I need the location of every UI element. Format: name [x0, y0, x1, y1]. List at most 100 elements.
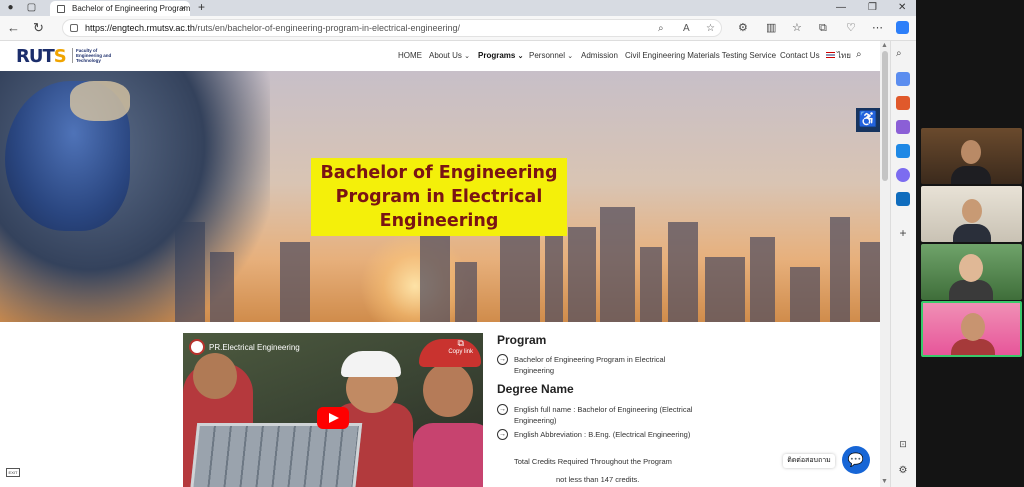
degree-abbreviation-text: English Abbreviation : B.Eng. (Electrica…: [514, 430, 691, 439]
hero-title-line: Program in Electrical: [335, 187, 543, 207]
chat-bubble-icon[interactable]: 💬: [842, 446, 870, 474]
video-title[interactable]: PR.Electrical Engineering: [209, 343, 300, 352]
video-solar-panel: [188, 423, 363, 487]
hero-title-line: Bachelor of Engineering: [320, 163, 558, 183]
thai-flag-icon: [826, 52, 835, 58]
telegram-icon[interactable]: [896, 144, 910, 158]
new-tab-button[interactable]: +: [198, 0, 205, 15]
channel-avatar[interactable]: [189, 339, 205, 355]
participant-face: [962, 199, 982, 223]
copy-link-button[interactable]: ⧉ Copy link: [448, 339, 473, 357]
participant-tile-active[interactable]: [921, 301, 1022, 357]
add-app-icon[interactable]: +: [896, 226, 910, 240]
menu-language[interactable]: ไทย: [826, 50, 851, 62]
youtube-play-icon[interactable]: [317, 407, 349, 429]
degree-full-name-text: English full name : Bachelor of Engineer…: [514, 405, 693, 425]
read-aloud-icon[interactable]: A: [683, 20, 690, 37]
favorites-icon[interactable]: ☆: [792, 21, 802, 35]
program-content: PR.Electrical Engineering ⧉ Copy link Pro…: [0, 322, 880, 487]
tab-actions-icon[interactable]: ▢: [26, 2, 37, 13]
copy-icon: ⧉: [457, 338, 464, 348]
participant-tile[interactable]: [921, 128, 1022, 184]
menu-programs[interactable]: Programs ⌄: [478, 50, 523, 63]
building: [420, 232, 450, 322]
back-icon[interactable]: ←: [7, 21, 20, 35]
sidebar-layout-icon[interactable]: ⊡: [896, 439, 910, 453]
menu-about-label: About Us: [429, 51, 462, 60]
hero-title-box: Bachelor of Engineering Program in Elect…: [311, 158, 567, 236]
address-bar[interactable]: https://engtech.rmutsv.ac.th/ruts/en/bac…: [62, 19, 722, 37]
browser-essentials-icon[interactable]: ♡: [846, 21, 856, 35]
participant-face: [961, 140, 981, 164]
menu-admission[interactable]: Admission: [581, 50, 618, 62]
video-person-head: [423, 363, 473, 417]
minimize-icon[interactable]: —: [836, 0, 846, 16]
program-item-text: Bachelor of Engineering Program in Elect…: [514, 355, 666, 375]
arrow-right-icon: →: [497, 429, 508, 440]
collections-icon[interactable]: ⧉: [819, 21, 827, 35]
favorite-star-icon[interactable]: ☆: [706, 20, 715, 37]
program-heading: Program: [497, 333, 547, 347]
building: [568, 227, 596, 322]
refresh-icon[interactable]: ↻: [33, 21, 44, 35]
copy-link-label: Copy link: [448, 349, 473, 355]
participant-body: [951, 166, 991, 184]
tools-icon[interactable]: [896, 96, 910, 110]
search-icon[interactable]: ⌕: [856, 49, 862, 61]
menu-contact[interactable]: Contact Us: [780, 50, 820, 62]
exit-button[interactable]: EXIT: [6, 468, 20, 477]
video-person-head: [193, 353, 237, 399]
hero-title-line: Engineering: [379, 211, 499, 231]
video-hardhat: [341, 351, 401, 377]
maximize-icon[interactable]: ❐: [868, 0, 877, 16]
chevron-down-icon: ⌄: [517, 53, 524, 60]
participant-tile[interactable]: [921, 244, 1022, 300]
url-path: /ruts/en/bachelor-of-engineering-program…: [194, 23, 461, 33]
extensions-icon[interactable]: ⚙: [738, 21, 748, 35]
chevron-down-icon: ⌄: [464, 53, 471, 60]
window-close-icon[interactable]: ✕: [898, 0, 906, 16]
menu-about[interactable]: About Us ⌄: [429, 50, 470, 63]
arrow-right-icon: →: [497, 354, 508, 365]
scroll-down-icon[interactable]: ▼: [881, 478, 888, 485]
zoom-icon[interactable]: ⌕: [658, 20, 664, 37]
tab-close-icon[interactable]: ×: [181, 1, 186, 16]
search-icon[interactable]: ⌕: [896, 48, 910, 62]
degree-name-heading: Degree Name: [497, 382, 574, 396]
credits-value: not less than 147 credits.: [556, 475, 640, 484]
video-player[interactable]: PR.Electrical Engineering ⧉ Copy link: [183, 333, 483, 487]
menu-home[interactable]: HOME: [398, 50, 422, 62]
more-menu-icon[interactable]: ⋯: [872, 21, 883, 35]
participant-body: [953, 224, 991, 242]
profile-icon[interactable]: ●: [5, 2, 16, 13]
building: [750, 237, 775, 322]
scrollbar-thumb[interactable]: [882, 51, 888, 181]
copilot-icon[interactable]: [896, 21, 909, 34]
screen: ● ▢ Bachelor of Engineering Program × + …: [0, 0, 1024, 487]
contact-chat-label[interactable]: ติดต่อสอบถาม: [783, 454, 835, 468]
split-screen-icon[interactable]: ▥: [766, 21, 776, 35]
building: [705, 257, 745, 322]
menu-testing-service[interactable]: Civil Engineering Materials Testing Serv…: [625, 50, 776, 62]
copilot-sidebar-icon[interactable]: [896, 168, 910, 182]
scroll-up-icon[interactable]: ▲: [881, 42, 888, 49]
degree-abbreviation: → English Abbreviation : B.Eng. (Electric…: [497, 429, 697, 440]
participant-body: [951, 339, 995, 355]
video-person: [413, 423, 483, 487]
games-icon[interactable]: [896, 120, 910, 134]
building: [455, 262, 477, 322]
lock-icon: [70, 24, 78, 32]
building: [668, 222, 698, 322]
accessibility-icon[interactable]: ♿: [856, 108, 880, 132]
browser-tab[interactable]: Bachelor of Engineering Program ×: [50, 1, 190, 16]
site-logo[interactable]: RUTS Faculty of Engineering and Technolo…: [16, 46, 111, 68]
logo-faculty: Faculty of Engineering and Technology: [72, 48, 124, 63]
settings-gear-icon[interactable]: ⚙: [896, 465, 910, 479]
outlook-icon[interactable]: [896, 192, 910, 206]
shopping-icon[interactable]: [896, 72, 910, 86]
participant-tile[interactable]: [921, 186, 1022, 242]
page-scrollbar[interactable]: ▲ ▼: [880, 41, 890, 487]
menu-personnel[interactable]: Personnel ⌄: [529, 50, 573, 63]
building: [830, 217, 850, 322]
credits-label: Total Credits Required Throughout the Pr…: [514, 457, 672, 466]
